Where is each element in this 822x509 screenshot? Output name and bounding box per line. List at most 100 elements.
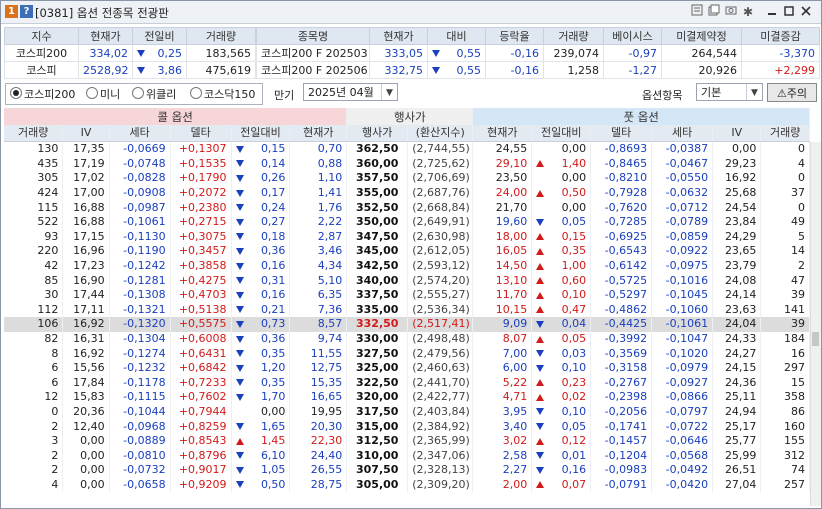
futures-volume: 239,074 bbox=[543, 44, 604, 62]
futures-row[interactable]: 코스피200 F 202506 332,75 0,55 -0,16 1,258 … bbox=[256, 61, 820, 79]
option-row[interactable]: 85 16,90 -0,1281 +0,4275 0,31 5,10 340,00 (2,57… bbox=[4, 273, 810, 288]
notice-button[interactable]: ⚠주의 bbox=[767, 83, 817, 102]
up-arrow-icon bbox=[536, 247, 545, 255]
option-row[interactable]: 130 17,35 -0,0669 +0,1307 0,15 0,70 362,50 (2,7… bbox=[4, 141, 810, 157]
put-price: 2,58 bbox=[472, 448, 533, 464]
call-volume: 12 bbox=[4, 390, 64, 405]
gear-icon[interactable]: ✱ bbox=[740, 4, 756, 20]
option-row[interactable]: 220 16,96 -0,1190 +0,3457 0,36 3,46 345,00 (2,6… bbox=[4, 244, 810, 259]
option-row[interactable]: 93 17,15 -0,1130 +0,3075 0,18 2,87 347,50 (2,63… bbox=[4, 229, 810, 245]
maximize-icon[interactable] bbox=[781, 4, 797, 20]
futures-row[interactable]: 코스피200 F 202503 333,05 0,55 -0,16 239,07… bbox=[256, 44, 820, 62]
call-iv: 16,90 bbox=[62, 273, 110, 288]
call-iv: 20,36 bbox=[62, 404, 110, 420]
scroll-thumb[interactable] bbox=[812, 332, 819, 346]
option-row[interactable]: 305 17,02 -0,0828 +0,1790 0,26 1,10 357,50 (2,7… bbox=[4, 171, 810, 186]
option-row[interactable]: 106 16,92 -0,1320 +0,5575 0,73 8,57 332,50 (2,5… bbox=[4, 317, 810, 332]
put-change: 0,00 bbox=[531, 141, 592, 157]
put-price: 6,00 bbox=[472, 360, 533, 376]
radio-weekly[interactable]: 위클리 bbox=[132, 87, 176, 101]
put-volume: 37 bbox=[760, 185, 810, 201]
number-1-icon[interactable]: 1 bbox=[5, 5, 18, 18]
camera-icon[interactable] bbox=[723, 4, 739, 20]
index-header: 현재가 bbox=[78, 27, 133, 45]
put-volume: 39 bbox=[760, 287, 810, 303]
option-row[interactable]: 3 0,00 -0,0889 +0,8543 1,45 22,30 312,50 (2,365… bbox=[4, 433, 810, 449]
col-header[interactable]: 델타 bbox=[170, 125, 232, 142]
col-header[interactable]: IV bbox=[712, 125, 762, 142]
put-iv: 24,08 bbox=[712, 273, 762, 288]
call-delta: +0,3858 bbox=[170, 258, 232, 274]
vertical-scrollbar[interactable] bbox=[810, 142, 821, 506]
put-change: 0,05 bbox=[531, 419, 592, 434]
pin-icon[interactable] bbox=[689, 4, 705, 20]
col-header[interactable]: IV bbox=[62, 125, 110, 142]
option-row[interactable]: 115 16,88 -0,0987 +0,2380 0,24 1,76 352,50 (2,6… bbox=[4, 200, 810, 215]
question-icon[interactable]: ? bbox=[20, 5, 33, 18]
option-row[interactable]: 0 20,36 -0,1044 +0,7944 0,00 19,95 317,50 (2,40… bbox=[4, 404, 810, 420]
close-icon[interactable] bbox=[798, 4, 814, 20]
option-items-select[interactable]: 기본 ▼ bbox=[696, 83, 763, 101]
call-iv: 17,84 bbox=[62, 375, 110, 391]
put-volume: 297 bbox=[760, 360, 810, 376]
col-header[interactable]: 현재가 bbox=[289, 125, 348, 142]
radio-kospi200[interactable]: 코스피200 bbox=[10, 87, 75, 101]
put-theta: -0,0646 bbox=[651, 433, 714, 449]
down-arrow-icon bbox=[536, 218, 545, 226]
option-row[interactable]: 42 17,23 -0,1242 +0,3858 0,16 4,34 342,50 (2,59… bbox=[4, 258, 810, 274]
call-theta: -0,1308 bbox=[109, 287, 171, 303]
option-row[interactable]: 82 16,31 -0,1304 +0,6008 0,36 9,74 330,00 (2,49… bbox=[4, 331, 810, 347]
call-iv: 17,19 bbox=[62, 156, 110, 172]
call-volume: 8 bbox=[4, 346, 64, 361]
col-header[interactable]: 행사가 bbox=[346, 125, 409, 142]
option-row[interactable]: 2 12,40 -0,0968 +0,8259 1,65 20,30 315,00 (2,38… bbox=[4, 419, 810, 434]
converted-index: (2,593,12) bbox=[407, 258, 474, 274]
option-row[interactable]: 112 17,11 -0,1321 +0,5138 0,21 7,36 335,00 (2,5… bbox=[4, 302, 810, 318]
option-row[interactable]: 8 16,92 -0,1274 +0,6431 0,35 11,55 327,50 (2,47… bbox=[4, 346, 810, 361]
index-row[interactable]: 코스피 2528,92 3,86 475,619 bbox=[4, 61, 256, 79]
call-change: 0,14 bbox=[231, 156, 291, 172]
option-row[interactable]: 6 17,84 -0,1178 +0,7233 0,35 15,35 322,50 (2,44… bbox=[4, 375, 810, 391]
call-price: 11,55 bbox=[289, 346, 348, 361]
col-header[interactable]: 거래량 bbox=[4, 125, 64, 142]
col-header[interactable]: 전일대비 bbox=[531, 125, 592, 142]
col-header[interactable]: 거래량 bbox=[760, 125, 810, 142]
option-row[interactable]: 4 0,00 -0,0658 +0,9209 0,50 28,75 305,00 (2,309… bbox=[4, 477, 810, 493]
put-theta: -0,0722 bbox=[651, 419, 714, 434]
option-row[interactable]: 2 0,00 -0,0732 +0,9017 1,05 26,55 307,50 (2,328… bbox=[4, 463, 810, 478]
col-header[interactable]: 세타 bbox=[109, 125, 171, 142]
expiry-select[interactable]: 2025년 04월 ▼ bbox=[303, 83, 398, 101]
copy-icon[interactable] bbox=[706, 4, 722, 20]
call-theta: -0,1232 bbox=[109, 360, 171, 376]
option-row[interactable]: 522 16,88 -0,1061 +0,2715 0,27 2,22 350,00 (2,6… bbox=[4, 214, 810, 230]
put-theta: -0,1060 bbox=[651, 302, 714, 318]
radio-mini[interactable]: 미니 bbox=[86, 87, 120, 101]
col-header[interactable]: 델타 bbox=[590, 125, 653, 142]
index-row[interactable]: 코스피200 334,02 0,25 183,565 bbox=[4, 44, 256, 62]
put-iv: 24,27 bbox=[712, 346, 762, 361]
col-header[interactable]: 세타 bbox=[651, 125, 714, 142]
col-header[interactable]: (환산지수) bbox=[407, 125, 474, 142]
put-price: 24,55 bbox=[472, 141, 533, 157]
col-header[interactable]: 전일대비 bbox=[231, 125, 291, 142]
put-change: 0,10 bbox=[531, 287, 592, 303]
col-header[interactable]: 현재가 bbox=[472, 125, 533, 142]
call-price: 9,74 bbox=[289, 331, 348, 347]
board-column-header: 거래량 IV 세타 델타 전일대비 현재가 행사가 (환산지수) 현재가 전일대… bbox=[4, 125, 810, 142]
strike-price: 312,50 bbox=[346, 433, 409, 449]
option-row[interactable]: 435 17,19 -0,0748 +0,1535 0,14 0,88 360,00 (2,7… bbox=[4, 156, 810, 172]
call-theta: -0,0987 bbox=[109, 200, 171, 215]
option-row[interactable]: 2 0,00 -0,0810 +0,8796 6,10 24,40 310,00 (2,347… bbox=[4, 448, 810, 464]
call-change: 0,17 bbox=[231, 185, 291, 201]
minimize-icon[interactable] bbox=[764, 4, 780, 20]
option-row[interactable]: 6 15,56 -0,1232 +0,6842 1,20 12,75 325,00 (2,46… bbox=[4, 360, 810, 376]
option-row[interactable]: 12 15,83 -0,1115 +0,7602 1,70 16,65 320,00 (2,4… bbox=[4, 390, 810, 405]
converted-index: (2,668,84) bbox=[407, 200, 474, 215]
put-volume: 155 bbox=[760, 433, 810, 449]
put-delta: -0,7928 bbox=[590, 185, 653, 201]
radio-kosdaq150[interactable]: 코스닥150 bbox=[190, 87, 255, 101]
option-row[interactable]: 424 17,00 -0,0908 +0,2072 0,17 1,41 355,00 (2,6… bbox=[4, 185, 810, 201]
call-volume: 0 bbox=[4, 404, 64, 420]
option-row[interactable]: 30 17,44 -0,1308 +0,4703 0,16 6,35 337,50 (2,55… bbox=[4, 287, 810, 303]
put-change: 1,40 bbox=[531, 156, 592, 172]
